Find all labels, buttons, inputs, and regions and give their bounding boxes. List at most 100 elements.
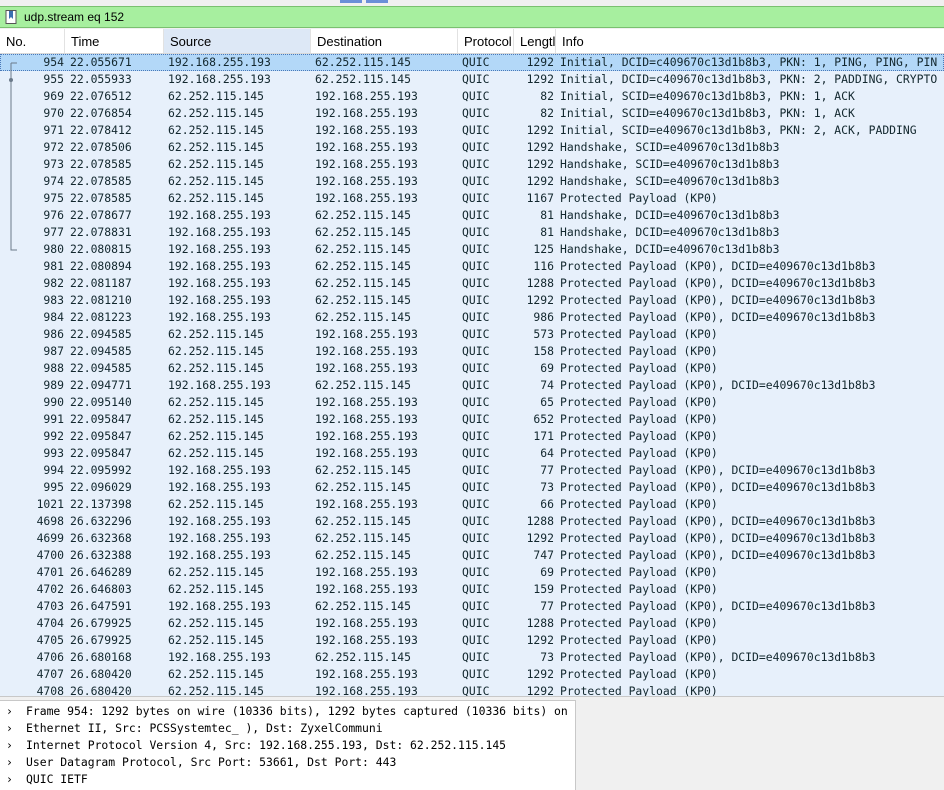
packet-row[interactable]: 986 22.094585 62.252.115.145 192.168.255.19… [0, 326, 944, 343]
packet-cell-no: 989 [43, 378, 64, 392]
packet-cell-protocol: QUIC [462, 667, 490, 681]
packet-row[interactable]: 983 22.081210 192.168.255.193 62.252.115.14… [0, 292, 944, 309]
packet-cell-info: Handshake, DCID=e409670c13d1b8b3 [560, 208, 780, 222]
packet-cell-source: 62.252.115.145 [168, 497, 265, 511]
packet-cell-length: 73 [540, 480, 554, 494]
packet-row[interactable]: 975 22.078585 62.252.115.145 192.168.255.19… [0, 190, 944, 207]
packet-cell-info: Protected Payload (KP0) [560, 446, 718, 460]
packet-row[interactable]: 4707 26.680420 62.252.115.145 192.168.255.1… [0, 666, 944, 683]
packet-list[interactable]: No. Time Source Destination Protocol Len… [0, 29, 944, 696]
packet-row[interactable]: 4699 26.632368 192.168.255.193 62.252.115.1… [0, 530, 944, 547]
detail-tree-item[interactable]: › Frame 954: 1292 bytes on wire (10336 bi… [0, 703, 575, 720]
packet-cell-destination: 192.168.255.193 [315, 633, 418, 647]
packet-cell-no: 981 [43, 259, 64, 273]
chevron-right-icon[interactable]: › [6, 754, 16, 771]
detail-tree-item[interactable]: › Internet Protocol Version 4, Src: 192.1… [0, 737, 575, 754]
packet-cell-time: 26.680420 [70, 667, 132, 681]
column-header-protocol[interactable]: Protocol [458, 29, 514, 53]
packet-details-pane[interactable]: › Frame 954: 1292 bytes on wire (10336 bi… [0, 700, 576, 790]
packet-cell-time: 22.078677 [70, 208, 132, 222]
detail-tree-item[interactable]: › Ethernet II, Src: PCSSystemtec_ ), Dst:… [0, 720, 575, 737]
packet-row[interactable]: 989 22.094771 192.168.255.193 62.252.115.14… [0, 377, 944, 394]
packet-row[interactable]: 974 22.078585 62.252.115.145 192.168.255.19… [0, 173, 944, 190]
column-header-destination[interactable]: Destination [311, 29, 458, 53]
packet-row[interactable]: 972 22.078506 62.252.115.145 192.168.255.19… [0, 139, 944, 156]
packet-cell-length: 65 [540, 395, 554, 409]
packet-cell-length: 125 [533, 242, 554, 256]
packet-cell-destination: 62.252.115.145 [315, 463, 412, 477]
packet-cell-no: 4708 [36, 684, 64, 696]
packet-cell-source: 62.252.115.145 [168, 412, 265, 426]
column-header-info[interactable]: Info [556, 29, 944, 53]
packet-row[interactable]: 987 22.094585 62.252.115.145 192.168.255.19… [0, 343, 944, 360]
packet-row[interactable]: 1021 22.137398 62.252.115.145 192.168.255.1… [0, 496, 944, 513]
packet-cell-no: 4700 [36, 548, 64, 562]
packet-cell-protocol: QUIC [462, 225, 490, 239]
packet-cell-time: 22.094585 [70, 327, 132, 341]
packet-row[interactable]: 980 22.080815 192.168.255.193 62.252.115.14… [0, 241, 944, 258]
packet-row[interactable]: 988 22.094585 62.252.115.145 192.168.255.19… [0, 360, 944, 377]
packet-row[interactable]: 976 22.078677 192.168.255.193 62.252.115.14… [0, 207, 944, 224]
packet-row[interactable]: 955 22.055933 192.168.255.193 62.252.115.14… [0, 71, 944, 88]
bookmark-icon[interactable] [5, 10, 17, 24]
packet-cell-destination: 62.252.115.145 [315, 242, 412, 256]
packet-row[interactable]: 990 22.095140 62.252.115.145 192.168.255.19… [0, 394, 944, 411]
column-header-no[interactable]: No. [0, 29, 65, 53]
packet-cell-destination: 62.252.115.145 [315, 480, 412, 494]
packet-row[interactable]: 954 22.055671 192.168.255.193 62.252.115.14… [0, 54, 944, 71]
packet-cell-source: 62.252.115.145 [168, 106, 265, 120]
packet-cell-info: Handshake, SCID=e409670c13d1b8b3 [560, 140, 780, 154]
packet-cell-source: 62.252.115.145 [168, 565, 265, 579]
packet-cell-info: Protected Payload (KP0) [560, 191, 718, 205]
display-filter-bar[interactable]: udp.stream eq 152 [0, 6, 944, 28]
packet-cell-source: 62.252.115.145 [168, 361, 265, 375]
packet-row[interactable]: 969 22.076512 62.252.115.145 192.168.255.19… [0, 88, 944, 105]
packet-row[interactable]: 992 22.095847 62.252.115.145 192.168.255.19… [0, 428, 944, 445]
packet-row[interactable]: 4701 26.646289 62.252.115.145 192.168.255.1… [0, 564, 944, 581]
packet-row[interactable]: 970 22.076854 62.252.115.145 192.168.255.19… [0, 105, 944, 122]
packet-row[interactable]: 4708 26.680420 62.252.115.145 192.168.255.1… [0, 683, 944, 696]
packet-row[interactable]: 977 22.078831 192.168.255.193 62.252.115.14… [0, 224, 944, 241]
packet-row[interactable]: 4702 26.646803 62.252.115.145 192.168.255.1… [0, 581, 944, 598]
packet-cell-protocol: QUIC [462, 582, 490, 596]
packet-row[interactable]: 4698 26.632296 192.168.255.193 62.252.115.1… [0, 513, 944, 530]
packet-cell-destination: 192.168.255.193 [315, 327, 418, 341]
packet-row[interactable]: 4703 26.647591 192.168.255.193 62.252.115.1… [0, 598, 944, 615]
packet-row[interactable]: 981 22.080894 192.168.255.193 62.252.115.14… [0, 258, 944, 275]
packet-row[interactable]: 994 22.095992 192.168.255.193 62.252.115.14… [0, 462, 944, 479]
chevron-right-icon[interactable]: › [6, 771, 16, 788]
packet-cell-protocol: QUIC [462, 633, 490, 647]
packet-cell-length: 77 [540, 463, 554, 477]
packet-cell-time: 22.080815 [70, 242, 132, 256]
detail-tree-item[interactable]: › User Datagram Protocol, Src Port: 53661… [0, 754, 575, 771]
packet-row[interactable]: 982 22.081187 192.168.255.193 62.252.115.14… [0, 275, 944, 292]
packet-cell-info: Initial, SCID=e409670c13d1b8b3, PKN: 1, … [560, 106, 855, 120]
chevron-right-icon[interactable]: › [6, 737, 16, 754]
packet-row[interactable]: 973 22.078585 62.252.115.145 192.168.255.19… [0, 156, 944, 173]
packet-cell-source: 62.252.115.145 [168, 174, 265, 188]
column-header-source[interactable]: Source [164, 29, 311, 53]
packet-row[interactable]: 4706 26.680168 192.168.255.193 62.252.115.1… [0, 649, 944, 666]
packet-cell-destination: 62.252.115.145 [315, 599, 412, 613]
detail-tree-item[interactable]: › QUIC IETF [0, 771, 575, 788]
packet-row[interactable]: 4705 26.679925 62.252.115.145 192.168.255.1… [0, 632, 944, 649]
chevron-right-icon[interactable]: › [6, 703, 16, 720]
packet-cell-protocol: QUIC [462, 616, 490, 630]
packet-cell-length: 159 [533, 582, 554, 596]
packet-row[interactable]: 993 22.095847 62.252.115.145 192.168.255.19… [0, 445, 944, 462]
packet-row[interactable]: 991 22.095847 62.252.115.145 192.168.255.19… [0, 411, 944, 428]
chevron-right-icon[interactable]: › [6, 720, 16, 737]
packet-row[interactable]: 4704 26.679925 62.252.115.145 192.168.255.1… [0, 615, 944, 632]
column-header-length[interactable]: Lengtl [514, 29, 556, 53]
packet-cell-time: 26.646803 [70, 582, 132, 596]
packet-cell-destination: 62.252.115.145 [315, 55, 412, 69]
packet-row[interactable]: 984 22.081223 192.168.255.193 62.252.115.14… [0, 309, 944, 326]
packet-cell-source: 62.252.115.145 [168, 157, 265, 171]
display-filter-input[interactable]: udp.stream eq 152 [24, 7, 124, 27]
packet-row[interactable]: 995 22.096029 192.168.255.193 62.252.115.14… [0, 479, 944, 496]
packet-cell-source: 192.168.255.193 [168, 514, 271, 528]
packet-row[interactable]: 4700 26.632388 192.168.255.193 62.252.115.1… [0, 547, 944, 564]
packet-cell-protocol: QUIC [462, 344, 490, 358]
packet-row[interactable]: 971 22.078412 62.252.115.145 192.168.255.19… [0, 122, 944, 139]
column-header-time[interactable]: Time [65, 29, 164, 53]
